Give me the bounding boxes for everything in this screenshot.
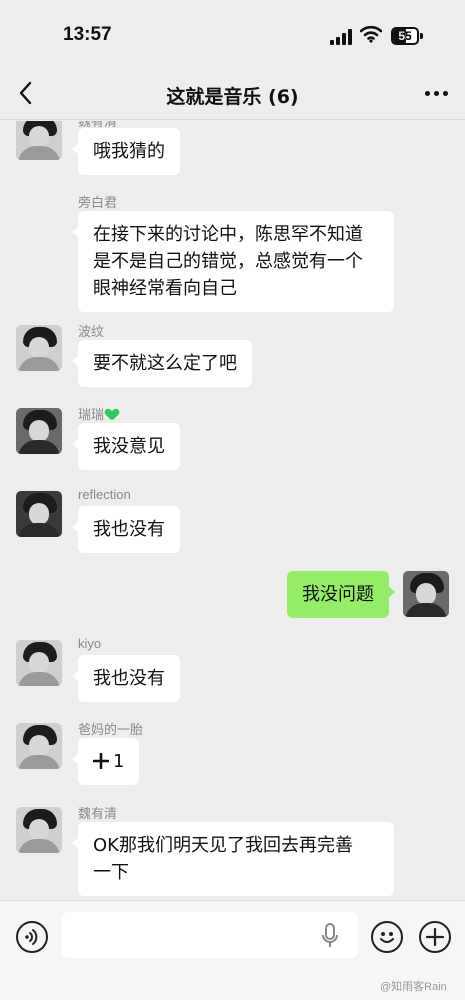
sender-name: kiyo — [78, 636, 102, 651]
signal-icon — [330, 29, 352, 45]
plus-icon[interactable] — [419, 921, 451, 953]
message-text-line: 在接下来的讨论中，陈思罕不知道 — [93, 224, 363, 245]
chat-title: 这就是音乐 (6) — [166, 86, 299, 108]
message-text: 要不就这么定了吧 — [93, 353, 237, 374]
sender-name: 魏有清 — [78, 806, 118, 821]
battery-percent: 55 — [398, 29, 412, 43]
sender-name: 瑞瑞 — [78, 404, 118, 423]
message-text-line: 眼神经常看向自己 — [93, 278, 237, 299]
battery-icon: 55 — [391, 27, 423, 45]
message-text: 我也没有 — [93, 668, 165, 689]
sender-name: 爸妈的一胎 — [78, 722, 144, 737]
message-bubble[interactable]: 哦我猜的 — [72, 128, 180, 175]
avatar[interactable] — [16, 491, 62, 537]
watermark: @知雨客Rain — [380, 981, 447, 993]
microphone-icon[interactable] — [321, 923, 339, 949]
message-text-line: OK那我们明天见了我回去再完善 — [93, 835, 353, 856]
sender-name: 波纹 — [78, 324, 105, 339]
message-bubble-mine[interactable]: 我没问题 — [287, 571, 395, 618]
message-bubble[interactable]: 要不就这么定了吧 — [72, 340, 252, 387]
status-time: 13:57 — [63, 24, 112, 45]
more-options-icon[interactable] — [425, 91, 449, 97]
emoji-icon[interactable] — [371, 921, 403, 953]
message-text: 我没意见 — [93, 436, 165, 457]
message-text: 1 — [113, 751, 125, 772]
wifi-icon — [360, 25, 382, 43]
avatar[interactable] — [403, 571, 449, 617]
avatar[interactable] — [16, 807, 62, 853]
sender-name: reflection — [78, 487, 131, 502]
avatar[interactable] — [16, 325, 62, 371]
message-bubble[interactable]: 我也没有 — [72, 655, 180, 702]
avatar[interactable] — [16, 723, 62, 769]
chat-header: 这就是音乐 (6) — [0, 68, 465, 120]
message-text: 哦我猜的 — [93, 141, 165, 162]
message-text-line: 一下 — [93, 862, 129, 883]
message-list[interactable]: 魏有清 哦我猜的 旁白君 在接下来的讨论中，陈思罕不知道 是不是自己的错觉，总感… — [0, 121, 465, 900]
status-bar: 13:57 55 — [0, 0, 465, 68]
message-text: 我没问题 — [302, 584, 374, 605]
voice-icon[interactable] — [16, 921, 48, 953]
message-bubble[interactable]: OK那我们明天见了我回去再完善 一下 — [72, 822, 394, 896]
message-text-line: 是不是自己的错觉，总感觉有一个 — [93, 251, 363, 272]
avatar[interactable] — [16, 408, 62, 454]
message-bubble[interactable]: 在接下来的讨论中，陈思罕不知道 是不是自己的错觉，总感觉有一个 眼神经常看向自己 — [72, 211, 394, 312]
message-text: 我也没有 — [93, 519, 165, 540]
green-heart-icon — [106, 409, 118, 420]
message-bubble[interactable]: 我没意见 — [72, 423, 180, 470]
plus-icon — [92, 752, 110, 770]
avatar[interactable] — [16, 121, 62, 160]
sender-name-text: 瑞瑞 — [78, 407, 105, 422]
avatar[interactable] — [16, 640, 62, 686]
message-input[interactable] — [62, 912, 358, 958]
sender-name: 旁白君 — [78, 195, 118, 210]
message-bubble[interactable]: 我也没有 — [72, 506, 180, 553]
message-bubble[interactable]: 1 — [71, 738, 140, 785]
